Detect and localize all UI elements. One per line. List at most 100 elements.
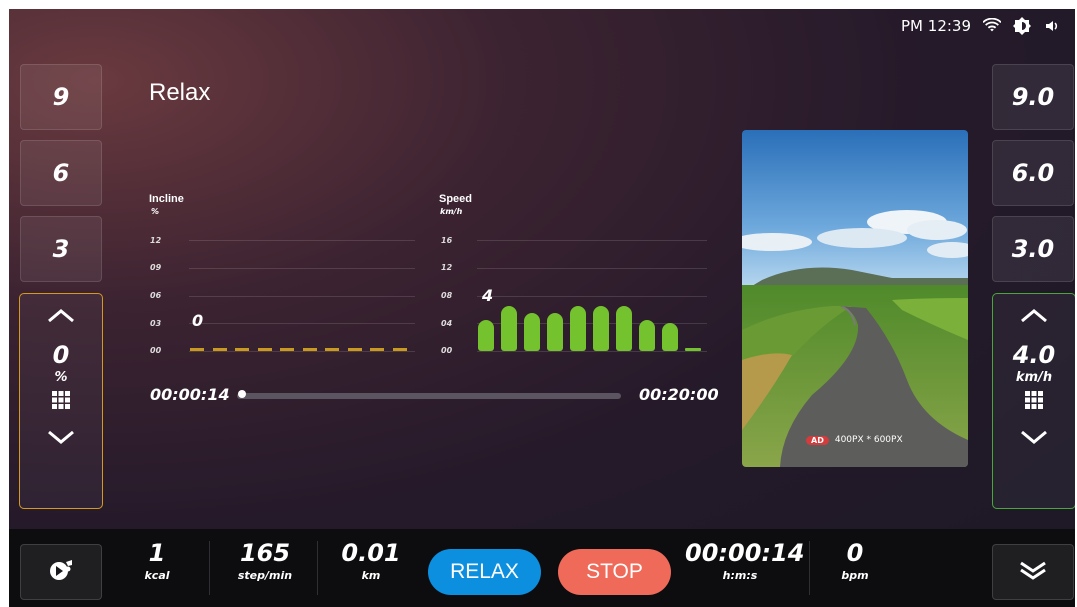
- incline-tick: 03: [150, 319, 162, 328]
- incline-up-button[interactable]: [46, 308, 76, 328]
- incline-preset-label: 6: [52, 159, 70, 187]
- time-unit: h:m:s: [722, 569, 758, 582]
- speed-bar: [570, 305, 586, 351]
- speed-chart-unit: km/h: [440, 207, 463, 216]
- ad-tag: AD 400PX * 600PX: [806, 435, 903, 445]
- speed-tick: 16: [441, 236, 453, 245]
- speed-down-button[interactable]: [1019, 429, 1049, 449]
- speed-preset-6[interactable]: 6.0: [992, 140, 1074, 206]
- distance-stat: 0.01 km: [341, 539, 401, 582]
- gridline: [189, 323, 415, 324]
- heart-rate-stat: 0 bpm: [835, 539, 875, 582]
- brightness-icon: [1013, 17, 1031, 35]
- incline-value: 0: [52, 341, 70, 369]
- time-stat: 00:00:14 h:m:s: [685, 539, 805, 582]
- speed-tick: 04: [441, 319, 453, 328]
- scenery-image: AD 400PX * 600PX: [742, 130, 968, 467]
- gridline: [477, 268, 707, 269]
- incline-tick: 06: [150, 291, 162, 300]
- keypad-icon[interactable]: [1025, 391, 1043, 413]
- speed-bar: [639, 319, 655, 351]
- incline-bar: [257, 348, 272, 351]
- incline-control: 0 %: [19, 293, 103, 509]
- heart-rate-unit: bpm: [841, 569, 869, 582]
- incline-preset-label: 9: [52, 83, 70, 111]
- gridline: [189, 296, 415, 297]
- incline-bar: [235, 348, 249, 351]
- incline-preset-9[interactable]: 9: [20, 64, 102, 130]
- step-rate-unit: step/min: [237, 569, 293, 582]
- speed-bar: [593, 305, 609, 351]
- gridline: [189, 268, 415, 269]
- bottom-bar: 1 kcal 165 step/min 0.01 km RELAX STOP 0…: [9, 529, 1075, 607]
- road-landscape-image: [742, 130, 968, 467]
- wifi-icon: [983, 17, 1001, 35]
- incline-tick: 00: [150, 346, 162, 355]
- speed-tick: 08: [441, 291, 453, 300]
- speed-bar: [547, 312, 563, 351]
- divider: [809, 541, 810, 595]
- incline-down-button[interactable]: [46, 429, 76, 449]
- ad-size-text: 400PX * 600PX: [834, 435, 903, 445]
- distance-unit: km: [361, 569, 381, 582]
- keypad-icon[interactable]: [52, 391, 70, 413]
- program-title: Relax: [149, 79, 211, 106]
- time-value: 00:00:14: [685, 539, 805, 567]
- step-rate-value: 165: [239, 539, 291, 567]
- status-bar: PM 12:39: [901, 15, 1061, 37]
- incline-bar: [212, 348, 227, 351]
- treadmill-screen: PM 12:39 9 6 3 0 % 9.0 6.0 3.0 4.0 km/h …: [9, 9, 1075, 607]
- speed-preset-label: 6.0: [1011, 159, 1055, 187]
- calories-value: 1: [148, 539, 166, 567]
- incline-preset-label: 3: [52, 235, 70, 263]
- elapsed-time: 00:00:14: [150, 385, 230, 404]
- calories-unit: kcal: [144, 569, 170, 582]
- step-rate-stat: 165 step/min: [227, 539, 303, 582]
- incline-tick: 09: [150, 263, 162, 272]
- incline-bar: [370, 348, 384, 351]
- speed-preset-label: 3.0: [1011, 235, 1055, 263]
- speed-tick: 00: [441, 346, 453, 355]
- speed-bar: [524, 312, 540, 351]
- speed-bar: [662, 323, 678, 351]
- music-button[interactable]: [20, 544, 102, 600]
- stop-button[interactable]: STOP: [558, 549, 671, 595]
- speed-preset-3[interactable]: 3.0: [992, 216, 1074, 282]
- incline-bar: [347, 348, 362, 351]
- speed-value: 4.0: [1012, 341, 1056, 369]
- music-icon: [48, 559, 74, 585]
- incline-bar: [280, 348, 294, 351]
- incline-current-value: 0: [192, 311, 204, 330]
- incline-tick: 12: [150, 236, 162, 245]
- relax-button[interactable]: RELAX: [428, 549, 541, 595]
- incline-bar: [325, 348, 339, 351]
- total-time: 00:20:00: [639, 385, 719, 404]
- gridline: [477, 351, 707, 352]
- incline-preset-6[interactable]: 6: [20, 140, 102, 206]
- speed-bar: [501, 305, 517, 351]
- double-chevron-down-icon: [1018, 559, 1048, 585]
- gridline: [477, 296, 707, 297]
- speed-up-button[interactable]: [1019, 308, 1049, 328]
- volume-icon: [1043, 17, 1061, 35]
- speed-preset-label: 9.0: [1011, 83, 1055, 111]
- divider: [209, 541, 210, 595]
- speed-bar: [685, 347, 701, 351]
- status-time: PM 12:39: [901, 17, 971, 35]
- speed-current-value: 4: [482, 286, 494, 305]
- speed-unit: km/h: [1015, 370, 1053, 385]
- incline-preset-3[interactable]: 3: [20, 216, 102, 282]
- divider: [317, 541, 318, 595]
- speed-bar: [478, 319, 494, 351]
- gridline: [477, 240, 707, 241]
- speed-bar: [616, 305, 632, 351]
- collapse-button[interactable]: [992, 544, 1074, 600]
- speed-preset-9[interactable]: 9.0: [992, 64, 1074, 130]
- gridline: [189, 351, 415, 352]
- distance-value: 0.01: [341, 539, 401, 567]
- progress-track: [237, 393, 621, 399]
- incline-unit: %: [54, 370, 68, 385]
- incline-chart-unit: %: [151, 207, 160, 216]
- progress-knob: [237, 390, 246, 398]
- ad-badge: AD: [806, 435, 829, 445]
